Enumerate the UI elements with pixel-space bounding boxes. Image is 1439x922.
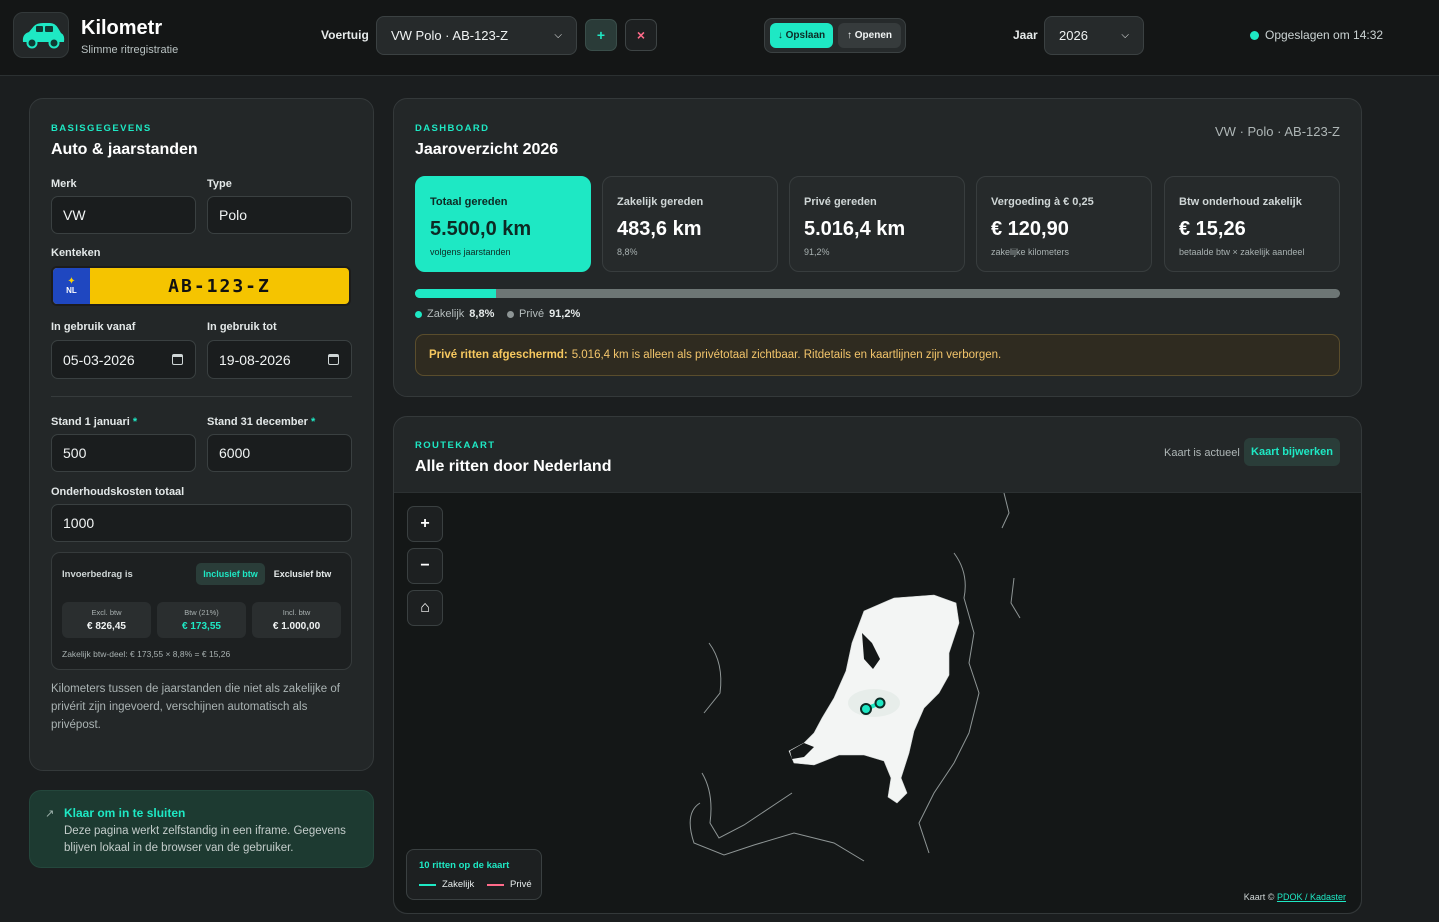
basics-title: Auto & jaarstanden xyxy=(51,141,198,158)
embed-ready-text: Deze pagina werkt zelfstandig in een ifr… xyxy=(64,825,346,854)
chevron-down-icon: ⌵ xyxy=(1121,30,1129,41)
vat-amount-cell: Btw (21%) € 173,55 xyxy=(157,602,246,638)
attribution-link[interactable]: PDOK / Kadaster xyxy=(1277,892,1346,902)
end-odometer-value: 6000 xyxy=(219,445,251,461)
app-logo xyxy=(13,12,69,58)
home-button[interactable]: ⌂ xyxy=(407,590,443,626)
from-date-value: 05-03-2026 xyxy=(63,351,135,368)
business-share-fill xyxy=(415,289,497,298)
maintenance-label: Onderhoudskosten totaal xyxy=(51,486,185,498)
type-input-value: Polo xyxy=(219,207,248,223)
top-bar: Kilometr Slimme ritregistratie Voertuig … xyxy=(0,0,1439,76)
from-date-label: In gebruik vanaf xyxy=(51,321,136,333)
vat-inclusive-toggle[interactable]: Inclusief btw xyxy=(196,563,265,585)
start-odometer-value: 500 xyxy=(63,445,87,461)
stat-private-km: Privé gereden 5.016,4 km 91,2% xyxy=(789,176,965,272)
divider xyxy=(51,396,352,397)
map-legend-title: 10 ritten op de kaart xyxy=(419,860,510,871)
save-status: Opgeslagen om 14:32 xyxy=(1250,28,1383,42)
map-status: Kaart is actueel xyxy=(1164,447,1240,459)
to-date-input[interactable]: 19-08-2026 xyxy=(207,340,352,379)
basics-eyebrow: BASISGEGEVENS xyxy=(51,123,152,134)
calendar-icon[interactable] xyxy=(328,354,339,365)
vat-exclusive-toggle[interactable]: Exclusief btw xyxy=(268,563,337,585)
start-odometer-input[interactable]: 500 xyxy=(51,434,196,472)
map-title: Alle ritten door Nederland xyxy=(415,458,612,475)
map-legend: 10 ritten op de kaart Zakelijk Privé xyxy=(406,849,542,900)
legend-business: Zakelijk 8,8% xyxy=(415,308,494,320)
map-eyebrow: ROUTEKAART xyxy=(415,440,496,451)
vehicle-label: Voertuig xyxy=(321,28,369,42)
to-date-value: 19-08-2026 xyxy=(219,351,291,368)
odometer-note: Kilometers tussen de jaarstanden die nie… xyxy=(51,683,340,731)
from-date-input[interactable]: 05-03-2026 xyxy=(51,340,196,379)
embed-ready-card: ↗ Klaar om in te sluiten Deze pagina wer… xyxy=(29,790,374,868)
license-plate-input[interactable]: ✦ NL AB-123-Z xyxy=(51,266,351,306)
vat-excl-cell: Excl. btw € 826,45 xyxy=(62,602,151,638)
stat-maintenance-vat: Btw onderhoud zakelijk € 15,26 betaalde bt… xyxy=(1164,176,1340,272)
maintenance-value: 1000 xyxy=(63,515,95,531)
calendar-icon[interactable] xyxy=(172,354,183,365)
end-odometer-input[interactable]: 6000 xyxy=(207,434,352,472)
zoom-out-button[interactable]: − xyxy=(407,548,443,584)
dashboard-eyebrow: DASHBOARD xyxy=(415,123,490,134)
legend-private: Privé 91,2% xyxy=(507,308,580,320)
end-odometer-label: Stand 31 december * xyxy=(207,416,316,428)
app-tagline: Slimme ritregistratie xyxy=(81,44,179,56)
save-open-toggle: ↓ Opslaan ↑ Openen xyxy=(764,18,906,53)
zoom-in-button[interactable]: + xyxy=(407,506,443,542)
arrow-up-right-icon: ↗ xyxy=(45,808,55,820)
map-attribution: Kaart © PDOK / Kadaster xyxy=(1243,892,1346,902)
chevron-down-icon: ⌵ xyxy=(554,30,562,41)
dashboard-vehicle: VW · Polo · AB-123-Z xyxy=(1215,124,1340,139)
car-icon xyxy=(22,23,65,49)
private-line-icon xyxy=(487,883,504,886)
plate-country: NL xyxy=(66,286,77,296)
vat-formula: Zakelijk btw-deel: € 173,55 × 8,8% = € 1… xyxy=(62,649,231,659)
open-button[interactable]: ↑ Openen xyxy=(838,23,901,48)
app-name: Kilometr xyxy=(81,17,163,39)
stat-total-km: Totaal gereden 5.500,0 km volgens jaarstan… xyxy=(415,176,591,272)
year-select-value: 2026 xyxy=(1059,28,1088,43)
remove-vehicle-button[interactable]: × xyxy=(625,19,657,51)
vehicle-select[interactable]: VW Polo · AB-123-Z ⌵ xyxy=(376,16,577,55)
brand-input[interactable]: VW xyxy=(51,196,196,234)
vat-panel: Invoerbedrag is Inclusief btw Exclusief … xyxy=(51,552,352,670)
route-map[interactable]: + − ⌂ 10 ritten op de kaart Zakelijk Pri… xyxy=(394,492,1361,913)
business-dot-icon xyxy=(415,310,422,318)
vehicle-select-value: VW Polo · AB-123-Z xyxy=(391,28,509,43)
stat-business-km: Zakelijk gereden 483,6 km 8,8% xyxy=(602,176,778,272)
private-trips-warning: Privé ritten afgeschermd: 5.016,4 km is a… xyxy=(415,334,1340,376)
type-input[interactable]: Polo xyxy=(207,196,352,234)
vat-mode-label: Invoerbedrag is xyxy=(62,569,133,580)
add-vehicle-button[interactable]: + xyxy=(585,19,617,51)
maintenance-input[interactable]: 1000 xyxy=(51,504,352,542)
refresh-map-button[interactable]: Kaart bijwerken xyxy=(1244,438,1340,466)
stat-reimbursement: Vergoeding à € 0,25 € 120,90 zakelijke kil… xyxy=(976,176,1152,272)
save-status-text: Opgeslagen om 14:32 xyxy=(1265,28,1384,42)
year-label: Jaar xyxy=(1013,28,1038,42)
year-select[interactable]: 2026 ⌵ xyxy=(1044,16,1144,55)
type-label: Type xyxy=(207,178,232,190)
save-button[interactable]: ↓ Opslaan xyxy=(770,23,833,48)
brand-label: Merk xyxy=(51,178,77,190)
eu-flag-icon: ✦ NL xyxy=(53,268,90,304)
brand-input-value: VW xyxy=(63,207,86,223)
embed-ready-title: Klaar om in te sluiten xyxy=(64,806,186,820)
business-share-bar xyxy=(415,289,1340,298)
private-dot-icon xyxy=(507,310,514,318)
vat-incl-cell: Incl. btw € 1.000,00 xyxy=(252,602,341,638)
map-legend-business: Zakelijk xyxy=(419,879,474,890)
plate-value: AB-123-Z xyxy=(168,275,271,297)
plate-label: Kenteken xyxy=(51,247,101,259)
status-dot-icon xyxy=(1250,30,1259,40)
start-odometer-label: Stand 1 januari * xyxy=(51,416,138,428)
business-line-icon xyxy=(419,883,436,886)
dashboard-title: Jaaroverzicht 2026 xyxy=(415,141,559,158)
to-date-label: In gebruik tot xyxy=(207,321,277,333)
map-legend-private: Privé xyxy=(487,879,532,890)
